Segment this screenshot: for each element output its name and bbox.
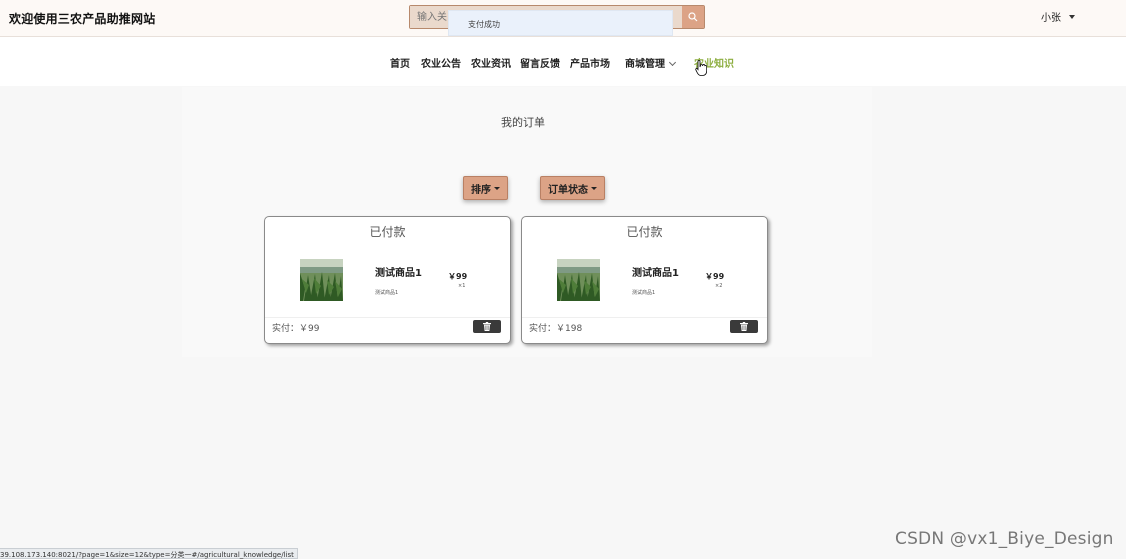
site-title: 欢迎使用三农产品助推网站 [9,12,156,26]
product-image [300,259,343,301]
trash-icon [483,322,491,331]
delete-order-button[interactable] [730,320,758,333]
order-card[interactable]: 已付款 测试商品1 测试商品1 ￥99 ×1 实付：￥99 [264,216,511,344]
product-name: 测试商品1 [375,268,422,279]
nav-item-feedback[interactable]: 留言反馈 [520,55,560,70]
username: 小张 [1041,13,1061,24]
paid-amount: 实付：￥198 [529,324,583,334]
sort-dropdown-button[interactable]: 排序 [463,176,508,200]
nav-item-market[interactable]: 产品市场 [570,55,610,70]
caret-down-icon [494,186,500,190]
nav-item-announcements[interactable]: 农业公告 [421,55,461,70]
main-nav: 首页 农业公告 农业资讯 留言反馈 产品市场 商城管理 农业知识 [0,37,1126,86]
product-subtitle: 测试商品1 [375,290,399,296]
product-subtitle: 测试商品1 [632,290,656,296]
caret-down-icon [591,186,597,190]
delete-order-button[interactable] [473,320,501,333]
caret-down-icon [1069,14,1075,19]
order-status: 已付款 [369,225,406,239]
toast-message: 支付成功 [448,10,673,36]
page-title: 我的订单 [501,116,545,129]
nav-item-mall-management-label: 商城管理 [625,59,665,70]
paid-amount: 实付：￥99 [272,324,320,334]
search-icon [688,12,698,22]
user-menu[interactable]: 小张 [1041,9,1075,24]
nav-item-home[interactable]: 首页 [390,55,410,70]
browser-status-url: 39.108.173.140:8021/?page=1&size=12&type… [0,548,298,559]
trash-icon [740,322,748,331]
order-status: 已付款 [626,225,663,239]
product-name: 测试商品1 [632,268,679,279]
chevron-down-icon [668,58,677,67]
product-price: ￥99 [705,272,725,281]
nav-item-news[interactable]: 农业资讯 [471,55,511,70]
card-divider [265,317,510,318]
product-price: ￥99 [448,272,468,281]
product-quantity: ×1 [458,283,466,289]
order-status-label: 订单状态 [548,184,588,196]
search-button[interactable] [682,6,704,28]
card-divider [522,317,767,318]
watermark: CSDN @vx1_Biye_Design [895,529,1114,549]
order-card[interactable]: 已付款 测试商品1 测试商品1 ￥99 ×2 实付：￥198 [521,216,768,344]
product-quantity: ×2 [715,283,723,289]
hand-pointer-icon [695,60,707,76]
nav-item-mall-management[interactable]: 商城管理 [625,55,677,70]
sort-label: 排序 [471,184,491,196]
product-image [557,259,600,301]
order-status-dropdown-button[interactable]: 订单状态 [540,176,605,200]
